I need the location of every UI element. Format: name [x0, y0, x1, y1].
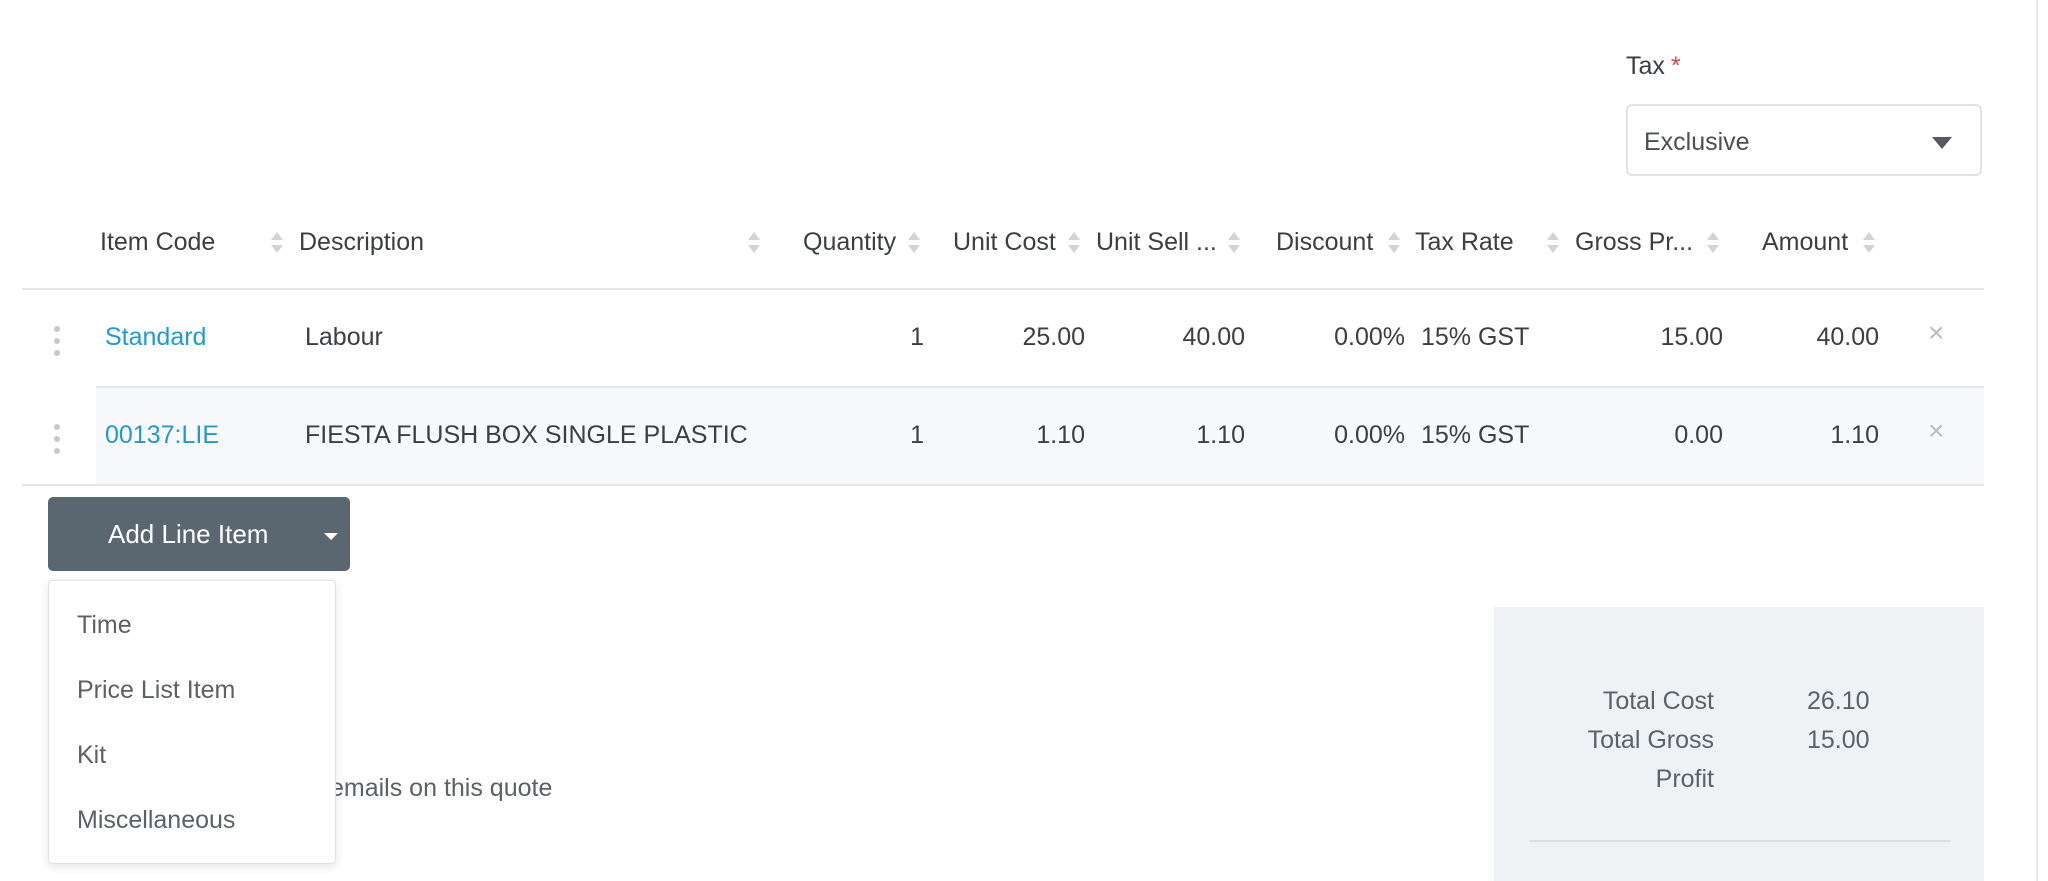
- discount-cell: 0.00%: [1334, 323, 1405, 351]
- total-gross-profit-label: Total Gross: [1587, 726, 1714, 754]
- gross-profit-cell: 15.00: [1660, 323, 1723, 351]
- row-divider: [22, 484, 1984, 486]
- caret-down-icon: [324, 533, 338, 540]
- unit-cost-cell: 25.00: [1022, 323, 1085, 351]
- sort-icon[interactable]: [748, 232, 760, 254]
- unit-cost-cell: 1.10: [1036, 421, 1085, 449]
- item-code-link[interactable]: 00137:LIE: [105, 421, 219, 450]
- menu-item-time[interactable]: Time: [77, 611, 132, 640]
- drag-handle-icon[interactable]: [54, 326, 60, 356]
- totals-divider: [1530, 840, 1950, 842]
- gross-profit-cell: 0.00: [1674, 421, 1723, 449]
- sort-icon[interactable]: [1068, 232, 1080, 254]
- remove-row-icon[interactable]: ×: [1928, 317, 1944, 349]
- quantity-cell: 1: [910, 421, 924, 449]
- sort-icon[interactable]: [1863, 232, 1875, 254]
- total-gross-profit-value: 15.00: [1807, 726, 1870, 754]
- description-cell: FIESTA FLUSH BOX SINGLE PLASTIC: [305, 421, 748, 449]
- chevron-down-icon: [1932, 137, 1952, 149]
- sort-icon[interactable]: [1228, 232, 1240, 254]
- col-quantity[interactable]: Quantity: [803, 228, 896, 257]
- tax-select-value: Exclusive: [1644, 128, 1750, 156]
- menu-item-kit[interactable]: Kit: [77, 741, 106, 770]
- total-cost-value: 26.10: [1807, 687, 1870, 715]
- tax-label: Tax *: [1626, 52, 1681, 81]
- menu-item-price-list-item[interactable]: Price List Item: [77, 676, 235, 705]
- sort-icon[interactable]: [1707, 232, 1719, 254]
- col-discount[interactable]: Discount: [1276, 228, 1373, 257]
- sort-icon[interactable]: [908, 232, 920, 254]
- drag-handle-icon[interactable]: [54, 424, 60, 454]
- tax-rate-cell: 15% GST: [1421, 421, 1530, 449]
- quantity-cell: 1: [910, 323, 924, 351]
- col-description[interactable]: Description: [299, 228, 424, 257]
- amount-cell: 40.00: [1816, 323, 1879, 351]
- menu-item-miscellaneous[interactable]: Miscellaneous: [77, 806, 235, 835]
- total-gross-profit-label-cont: Profit: [1655, 765, 1714, 793]
- amount-cell: 1.10: [1830, 421, 1879, 449]
- totals-panel: Total Cost 26.10 Total Gross Profit 15.0…: [1494, 607, 1984, 881]
- add-line-item-button[interactable]: Add Line Item: [48, 497, 350, 571]
- col-item-code[interactable]: Item Code: [100, 228, 215, 257]
- remove-row-icon[interactable]: ×: [1928, 415, 1944, 447]
- description-cell: Labour: [305, 323, 383, 351]
- add-line-item-label: Add Line Item: [108, 519, 269, 549]
- unit-sell-cell: 1.10: [1196, 421, 1245, 449]
- tax-rate-cell: 15% GST: [1421, 323, 1530, 351]
- sort-icon[interactable]: [1547, 232, 1559, 254]
- item-code-link[interactable]: Standard: [105, 323, 206, 352]
- discount-cell: 0.00%: [1334, 421, 1405, 449]
- add-line-item-menu: Time Price List Item Kit Miscellaneous: [48, 580, 336, 864]
- sort-icon[interactable]: [271, 232, 283, 254]
- col-unit-cost[interactable]: Unit Cost: [953, 228, 1056, 257]
- col-unit-sell[interactable]: Unit Sell ...: [1096, 228, 1217, 257]
- scrollbar[interactable]: [2036, 0, 2038, 881]
- total-cost-label: Total Cost: [1602, 687, 1714, 715]
- col-amount[interactable]: Amount: [1762, 228, 1848, 257]
- col-gross-profit[interactable]: Gross Pr...: [1575, 228, 1693, 257]
- tax-select[interactable]: Exclusive: [1626, 104, 1982, 176]
- email-note-text: emails on this quote: [330, 774, 553, 802]
- sort-icon[interactable]: [1388, 232, 1400, 254]
- tax-label-text: Tax: [1626, 52, 1665, 80]
- unit-sell-cell: 40.00: [1182, 323, 1245, 351]
- required-mark: *: [1670, 52, 1681, 80]
- col-tax-rate[interactable]: Tax Rate: [1415, 228, 1514, 257]
